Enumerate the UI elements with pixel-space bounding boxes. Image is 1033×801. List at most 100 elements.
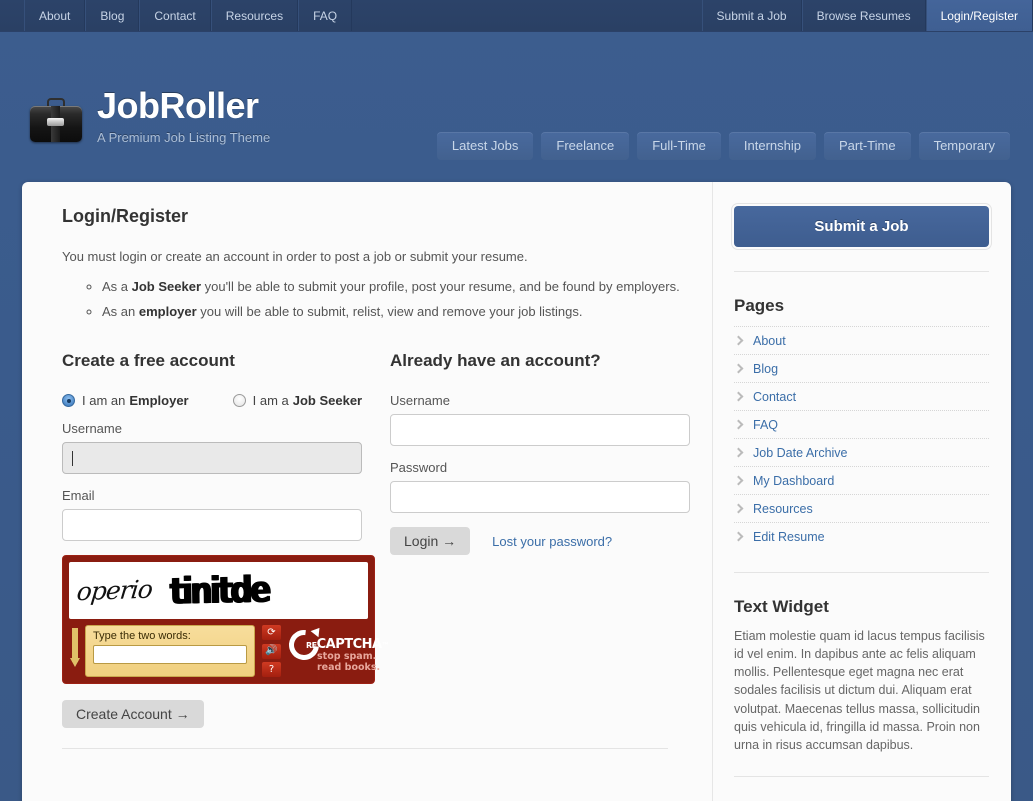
brand-text-block: JobRoller A Premium Job Listing Theme bbox=[97, 85, 270, 145]
login-form-column: Already have an account? Username Passwo… bbox=[390, 351, 690, 728]
recaptcha-brand-re: RE bbox=[306, 641, 317, 651]
list-item[interactable]: FAQ bbox=[734, 410, 989, 438]
chevron-right-icon bbox=[734, 336, 744, 346]
login-password-input[interactable] bbox=[390, 481, 690, 514]
recaptcha-type-label: Type the two words: bbox=[93, 630, 191, 643]
recaptcha-entry-box: Type the two words: bbox=[70, 625, 255, 678]
submit-a-job-button[interactable]: Submit a Job bbox=[734, 206, 989, 247]
sidebar-column: Submit a Job Pages About Blog Contact FA… bbox=[712, 182, 1011, 801]
chevron-right-icon bbox=[734, 532, 744, 542]
site-tagline: A Premium Job Listing Theme bbox=[97, 129, 271, 145]
list-item[interactable]: Blog bbox=[734, 354, 989, 382]
job-type-nav: Latest Jobs Freelance Full-Time Internsh… bbox=[436, 132, 1010, 160]
point-strong: Job Seeker bbox=[131, 279, 201, 294]
login-username-input[interactable] bbox=[390, 414, 690, 447]
topnav-item-contact[interactable]: Contact bbox=[139, 0, 211, 31]
create-account-button[interactable]: Create Account → bbox=[62, 700, 204, 729]
sidebar-item-job-date-archive[interactable]: Job Date Archive bbox=[753, 446, 848, 460]
sidebar-item-my-dashboard[interactable]: My Dashboard bbox=[753, 474, 834, 488]
point-suffix: you will be able to submit, relist, view… bbox=[196, 304, 583, 320]
lost-password-link[interactable]: Lost your password? bbox=[492, 534, 612, 549]
recaptcha-word-one: operio bbox=[75, 575, 154, 607]
content-column: Login/Register You must login or create … bbox=[22, 182, 712, 801]
register-email-label: Email bbox=[62, 488, 95, 504]
chevron-right-icon bbox=[734, 392, 744, 402]
list-item[interactable]: My Dashboard bbox=[734, 466, 989, 494]
chevron-right-icon bbox=[734, 504, 744, 514]
list-item[interactable]: Job Date Archive bbox=[734, 438, 989, 466]
sidebar-divider-two bbox=[734, 572, 989, 573]
list-item[interactable]: Resources bbox=[734, 494, 989, 522]
radio-employer-label-strong: Employer bbox=[129, 393, 189, 409]
radio-option-employer[interactable]: I am an Employer bbox=[62, 393, 189, 408]
chevron-right-icon bbox=[734, 364, 744, 374]
jobtype-part-time[interactable]: Part-Time bbox=[824, 132, 911, 160]
topnav-item-blog[interactable]: Blog bbox=[85, 0, 140, 31]
topnav-item-submit-a-job[interactable]: Submit a Job bbox=[701, 0, 802, 31]
sidebar-bottom-divider bbox=[734, 775, 989, 777]
jobtype-latest-jobs[interactable]: Latest Jobs bbox=[436, 132, 534, 160]
page-title: Login/Register bbox=[62, 206, 189, 226]
sidebar-divider bbox=[734, 271, 989, 272]
list-item[interactable]: Edit Resume bbox=[734, 522, 989, 550]
login-password-label: Password bbox=[390, 460, 448, 476]
top-nav-left-group: About Blog Contact Resources FAQ bbox=[24, 0, 353, 31]
text-widget-body: Etiam molestie quam id lacus tempus faci… bbox=[734, 629, 985, 752]
main-content-card: Login/Register You must login or create … bbox=[22, 182, 1011, 801]
login-heading: Already have an account? bbox=[390, 351, 601, 371]
text-widget-title: Text Widget bbox=[734, 597, 829, 616]
topnav-item-login-register[interactable]: Login/Register bbox=[925, 0, 1033, 31]
site-logo-link[interactable]: JobRoller A Premium Job Listing Theme bbox=[30, 85, 270, 145]
list-item[interactable]: About bbox=[734, 326, 989, 354]
recaptcha-answer-input[interactable] bbox=[93, 645, 247, 665]
sidebar-item-edit-resume[interactable]: Edit Resume bbox=[753, 530, 825, 544]
list-item: As an employer you will be able to submi… bbox=[102, 303, 690, 321]
site-header: JobRoller A Premium Job Listing Theme La… bbox=[0, 32, 1033, 182]
register-form-column: Create a free account I am an Employer I… bbox=[62, 351, 390, 729]
jobtype-temporary[interactable]: Temporary bbox=[918, 132, 1010, 160]
register-heading: Create a free account bbox=[62, 351, 235, 371]
point-prefix: As a bbox=[102, 279, 132, 294]
radio-job-seeker-label-pre: I am a bbox=[252, 393, 289, 409]
recaptcha-challenge-image: operio tinitde bbox=[69, 562, 368, 620]
recaptcha-brand-tm: ™ bbox=[381, 641, 390, 651]
recaptcha-word-two: tinitde bbox=[169, 568, 269, 614]
role-radio-group: I am an Employer I am a Job Seeker bbox=[62, 393, 390, 408]
pages-widget-title: Pages bbox=[734, 296, 785, 315]
sidebar-item-faq[interactable]: FAQ bbox=[753, 418, 778, 432]
top-nav-right-group: Submit a Job Browse Resumes Login/Regist… bbox=[701, 0, 1033, 31]
sidebar-item-blog[interactable]: Blog bbox=[753, 362, 778, 376]
sidebar-item-about[interactable]: About bbox=[753, 334, 786, 348]
login-button[interactable]: Login → bbox=[390, 527, 471, 556]
jobtype-freelance[interactable]: Freelance bbox=[541, 132, 630, 160]
radio-employer-label-pre: I am an bbox=[82, 393, 126, 409]
refresh-icon[interactable]: ⟳ bbox=[262, 625, 281, 641]
radio-job-seeker-label-strong: Job Seeker bbox=[292, 393, 363, 409]
radio-job-seeker-input[interactable] bbox=[232, 394, 246, 408]
point-strong: employer bbox=[138, 304, 197, 320]
topnav-item-faq[interactable]: FAQ bbox=[298, 0, 353, 31]
register-username-input[interactable] bbox=[62, 442, 362, 475]
top-navigation-bar: About Blog Contact Resources FAQ Submit … bbox=[0, 0, 1033, 32]
help-icon[interactable]: ? bbox=[262, 662, 281, 678]
jobtype-internship[interactable]: Internship bbox=[728, 132, 816, 160]
list-item[interactable]: Contact bbox=[734, 382, 989, 410]
chevron-right-icon bbox=[734, 448, 744, 458]
recaptcha-tagline-2: read books. bbox=[317, 662, 381, 674]
register-email-input[interactable] bbox=[62, 509, 362, 542]
text-caret bbox=[72, 450, 73, 466]
jobtype-full-time[interactable]: Full-Time bbox=[637, 132, 721, 160]
content-bottom-divider bbox=[62, 748, 668, 750]
radio-option-job-seeker[interactable]: I am a Job Seeker bbox=[232, 393, 363, 409]
topnav-item-resources[interactable]: Resources bbox=[210, 0, 299, 31]
benefit-list: As a Job Seeker you'll be able to submit… bbox=[40, 278, 690, 321]
topnav-item-about[interactable]: About bbox=[24, 0, 86, 31]
radio-employer-input[interactable] bbox=[62, 394, 75, 408]
recaptcha-logo: RECAPTCHA™ stop spam. read books. bbox=[282, 624, 390, 677]
topnav-item-browse-resumes[interactable]: Browse Resumes bbox=[801, 0, 926, 31]
chevron-right-icon bbox=[734, 476, 744, 486]
speaker-icon[interactable]: 🔊 bbox=[262, 643, 281, 659]
sidebar-item-resources[interactable]: Resources bbox=[753, 502, 813, 516]
arrow-down-icon bbox=[70, 628, 85, 674]
sidebar-item-contact[interactable]: Contact bbox=[753, 390, 796, 404]
